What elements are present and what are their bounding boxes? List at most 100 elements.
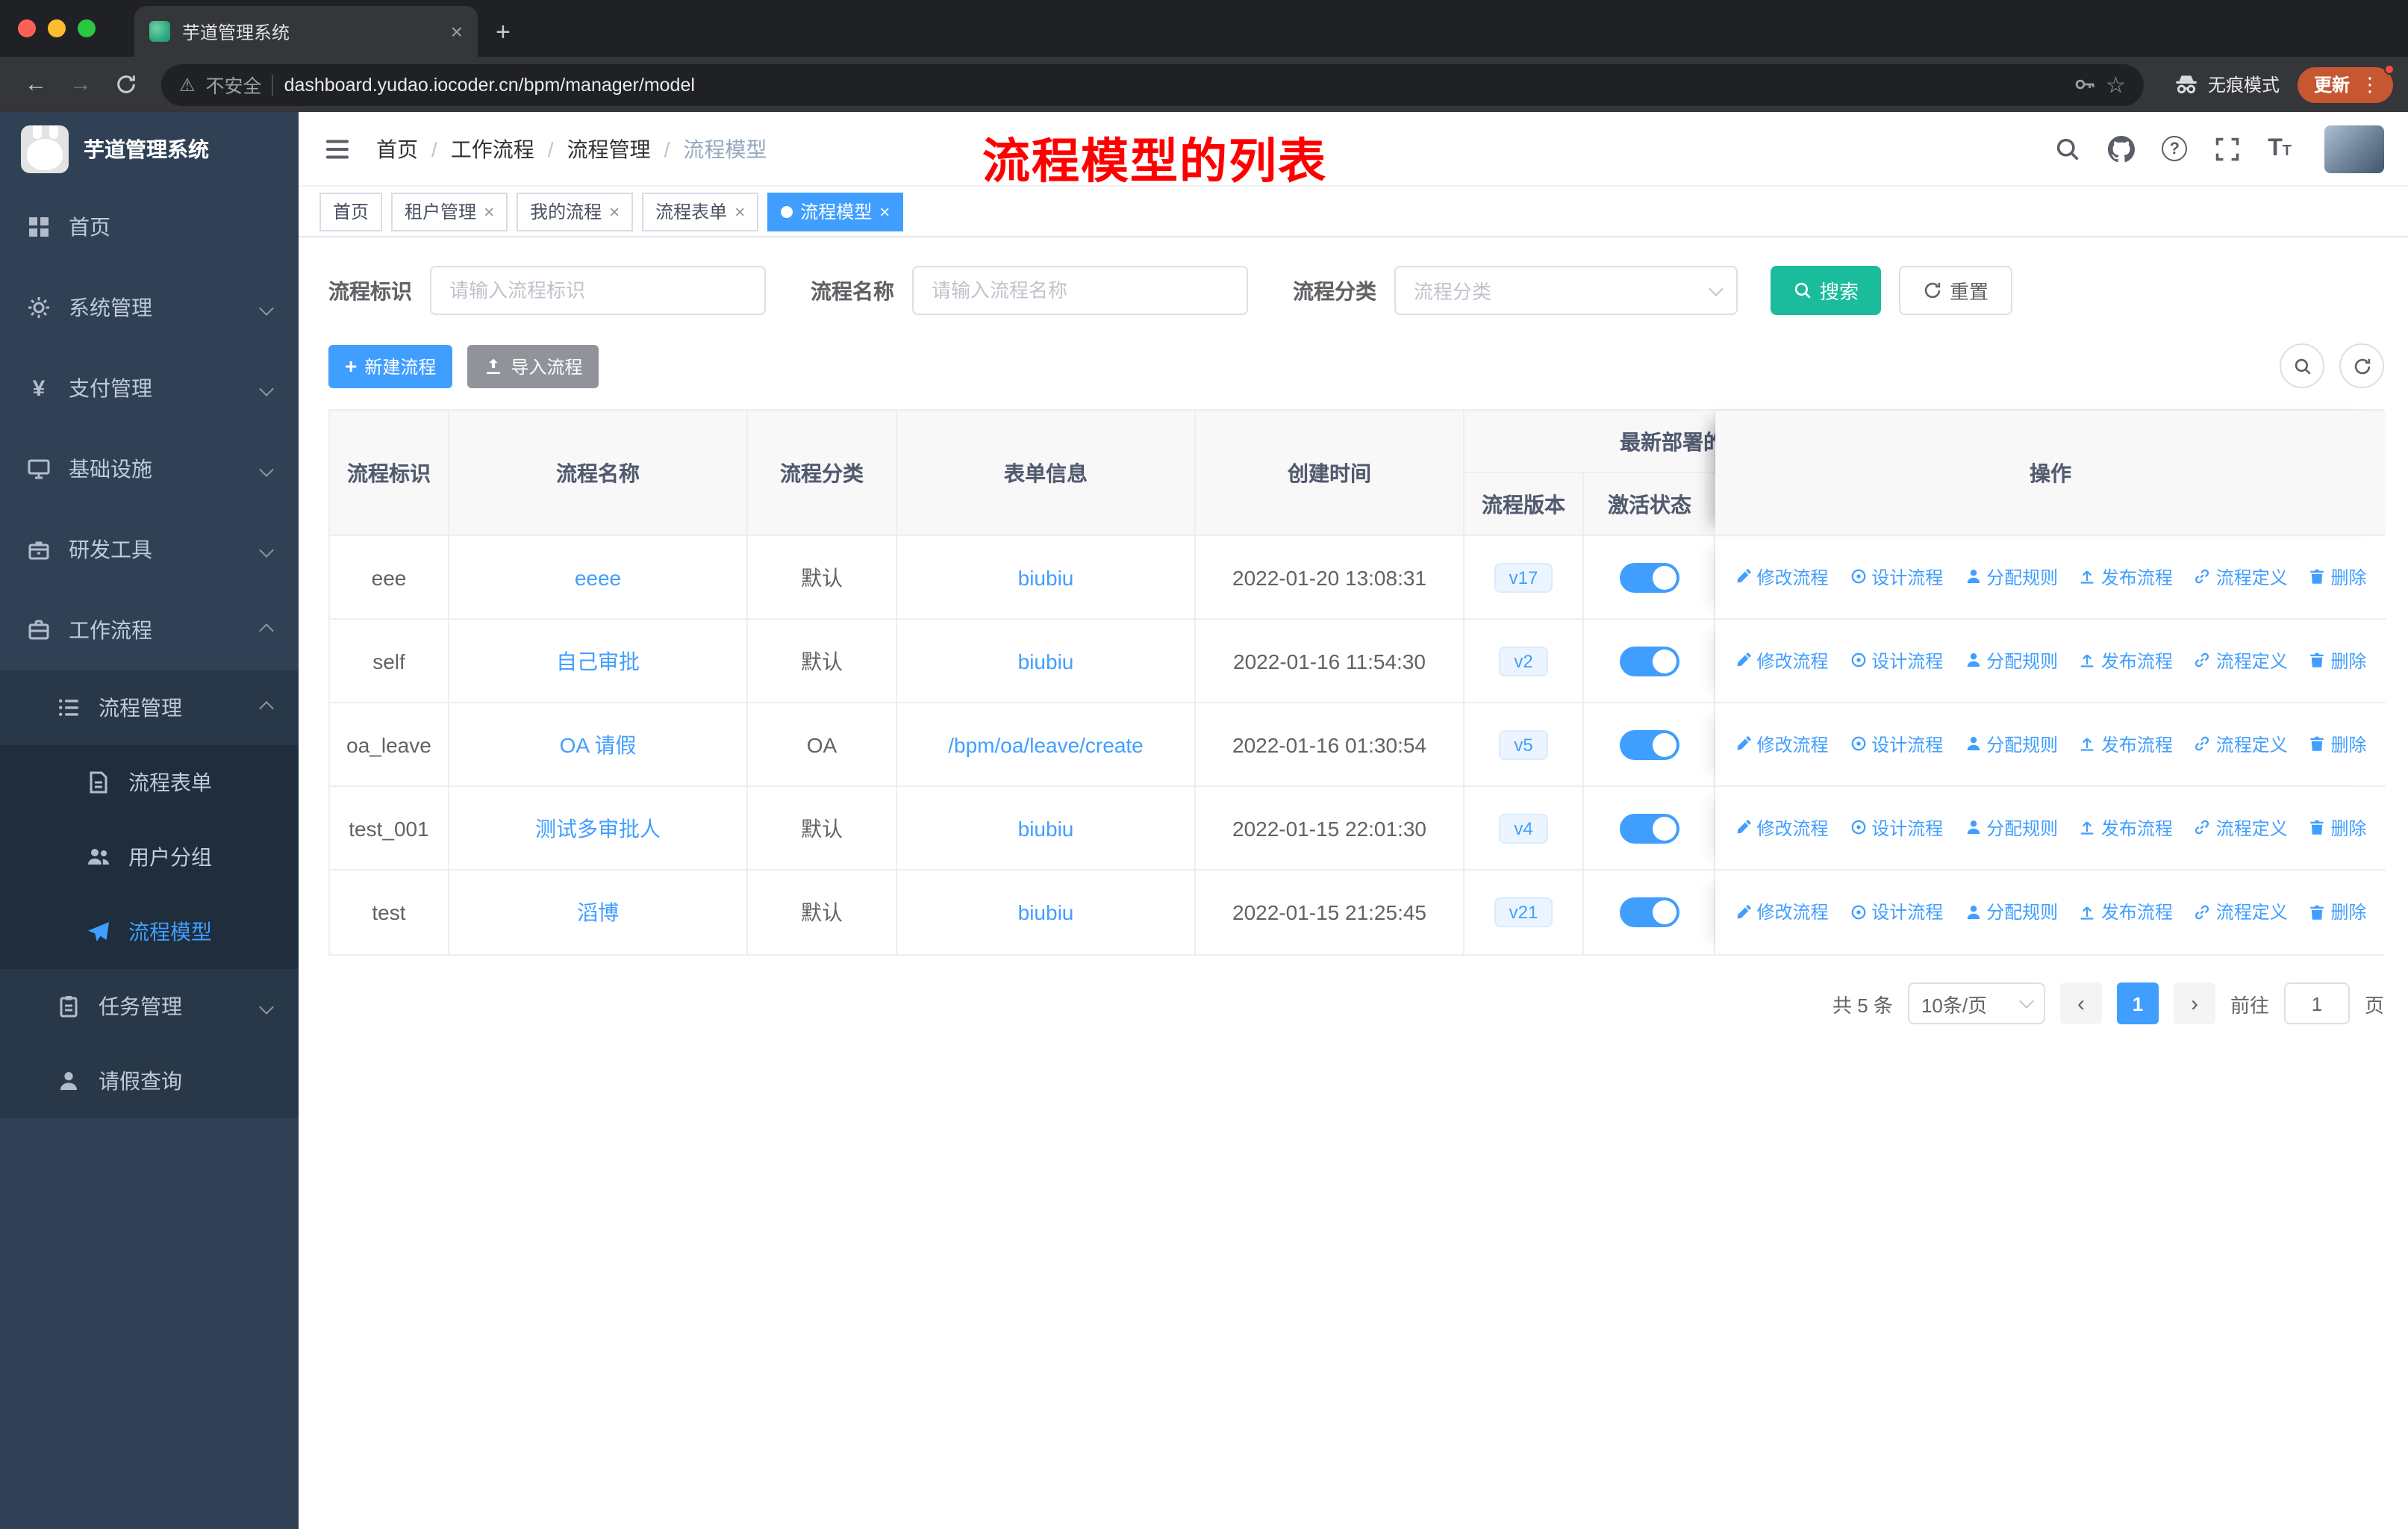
process-name-link[interactable]: OA 请假 [560,732,637,756]
process-id-input[interactable] [430,266,766,315]
github-icon[interactable] [2108,135,2135,162]
process-definition-link[interactable]: 流程定义 [2194,732,2288,757]
process-definition-link[interactable]: 流程定义 [2194,648,2288,673]
font-size-icon[interactable]: TT [2268,135,2292,162]
form-info-link[interactable]: biubiu [1018,816,1074,840]
close-icon[interactable]: × [609,201,620,222]
design-process-link[interactable]: 设计流程 [1849,648,1943,673]
delete-link[interactable]: 删除 [2309,564,2367,590]
current-page-button[interactable]: 1 [2116,983,2159,1024]
sidebar-item-task-mgmt[interactable]: 任务管理 [0,969,299,1044]
password-key-icon[interactable] [2073,73,2095,96]
forward-button[interactable]: → [60,63,102,105]
bookmark-star-icon[interactable]: ☆ [2106,71,2126,98]
minimize-window-button[interactable] [48,19,66,37]
tag-my-process[interactable]: 我的流程 × [517,192,634,231]
assign-rule-link[interactable]: 分配规则 [1964,815,2058,841]
create-process-button[interactable]: + 新建流程 [328,344,453,387]
active-toggle[interactable] [1619,729,1679,759]
version-badge[interactable]: v5 [1499,729,1548,759]
assign-rule-link[interactable]: 分配规则 [1964,732,2058,757]
design-process-link[interactable]: 设计流程 [1849,900,1943,925]
tag-process-model[interactable]: 流程模型 × [767,192,904,231]
user-avatar[interactable] [2324,125,2384,172]
process-definition-link[interactable]: 流程定义 [2194,900,2288,925]
sidebar-item-process-mgmt[interactable]: 流程管理 [0,670,299,745]
import-process-button[interactable]: 导入流程 [467,344,599,387]
process-category-select[interactable]: 流程分类 [1394,266,1738,315]
address-bar[interactable]: ⚠ 不安全 dashboard.yudao.iocoder.cn/bpm/man… [161,63,2144,105]
back-button[interactable]: ← [15,63,57,105]
refresh-table-button[interactable] [2339,343,2384,388]
process-name-link[interactable]: 测试多审批人 [535,816,661,840]
close-window-button[interactable] [18,19,36,37]
reload-button[interactable] [105,63,146,105]
page-size-select[interactable]: 10条/页 [1907,983,2045,1024]
version-badge[interactable]: v21 [1494,897,1553,927]
search-icon[interactable] [2054,135,2081,162]
process-name-input[interactable] [912,266,1248,315]
form-info-link[interactable]: biubiu [1018,900,1074,924]
publish-process-link[interactable]: 发布流程 [2079,732,2173,757]
close-icon[interactable]: × [484,201,494,222]
process-name-link[interactable]: 自己审批 [556,649,640,673]
active-toggle[interactable] [1619,813,1679,843]
edit-process-link[interactable]: 修改流程 [1734,815,1828,841]
publish-process-link[interactable]: 发布流程 [2079,564,2173,590]
browser-update-button[interactable]: 更新 ⋮ [2297,63,2395,102]
assign-rule-link[interactable]: 分配规则 [1964,648,2058,673]
browser-menu-icon[interactable]: ⋮ [2360,72,2380,96]
sidebar-item-workflow[interactable]: 工作流程 [0,590,299,670]
edit-process-link[interactable]: 修改流程 [1734,648,1828,673]
goto-page-input[interactable] [2283,983,2350,1024]
sidebar-item-system[interactable]: 系统管理 [0,267,299,348]
process-definition-link[interactable]: 流程定义 [2194,815,2288,841]
help-icon[interactable]: ? [2162,136,2188,161]
edit-process-link[interactable]: 修改流程 [1734,564,1828,590]
publish-process-link[interactable]: 发布流程 [2079,900,2173,925]
version-badge[interactable]: v17 [1494,562,1553,592]
design-process-link[interactable]: 设计流程 [1849,815,1943,841]
process-definition-link[interactable]: 流程定义 [2194,564,2288,590]
sidebar-item-leave-query[interactable]: 请假查询 [0,1044,299,1118]
delete-link[interactable]: 删除 [2309,648,2367,673]
version-badge[interactable]: v4 [1499,813,1548,843]
process-name-link[interactable]: 滔博 [577,900,619,924]
zoom-window-button[interactable] [78,19,96,37]
close-icon[interactable]: × [879,201,890,222]
sidebar-item-process-model[interactable]: 流程模型 [0,894,299,969]
sidebar-item-user-group[interactable]: 用户分组 [0,820,299,894]
new-tab-button[interactable]: + [496,18,511,48]
delete-link[interactable]: 删除 [2309,815,2367,841]
form-info-link[interactable]: /bpm/oa/leave/create [948,732,1144,756]
sidebar-item-payment[interactable]: ¥ 支付管理 [0,348,299,429]
fullscreen-icon[interactable] [2214,135,2241,162]
sidebar-item-devtools[interactable]: 研发工具 [0,509,299,590]
active-toggle[interactable] [1619,562,1679,592]
toggle-search-button[interactable] [2280,343,2324,388]
breadcrumb-workflow[interactable]: 工作流程 [451,134,534,164]
form-info-link[interactable]: biubiu [1018,649,1074,673]
tag-tenant-mgmt[interactable]: 租户管理 × [391,192,508,231]
search-button[interactable]: 搜索 [1771,266,1882,315]
url-text[interactable]: dashboard.yudao.iocoder.cn/bpm/manager/m… [284,74,695,95]
delete-link[interactable]: 删除 [2309,732,2367,757]
browser-tab[interactable]: 芋道管理系统 × [134,6,478,57]
assign-rule-link[interactable]: 分配规则 [1964,900,2058,925]
edit-process-link[interactable]: 修改流程 [1734,732,1828,757]
publish-process-link[interactable]: 发布流程 [2079,648,2173,673]
active-toggle[interactable] [1619,897,1679,927]
design-process-link[interactable]: 设计流程 [1849,564,1943,590]
prev-page-button[interactable]: ‹ [2059,983,2102,1024]
tag-home[interactable]: 首页 [319,192,383,231]
assign-rule-link[interactable]: 分配规则 [1964,564,2058,590]
tag-process-form[interactable]: 流程表单 × [642,192,759,231]
security-warning-icon[interactable]: ⚠ [179,74,196,95]
sidebar-logo[interactable]: 芋道管理系统 [0,112,299,187]
sidebar-item-home[interactable]: 首页 [0,187,299,267]
active-toggle[interactable] [1619,646,1679,676]
publish-process-link[interactable]: 发布流程 [2079,815,2173,841]
breadcrumb-home[interactable]: 首页 [376,134,418,164]
version-badge[interactable]: v2 [1499,646,1548,676]
delete-link[interactable]: 删除 [2309,900,2367,925]
